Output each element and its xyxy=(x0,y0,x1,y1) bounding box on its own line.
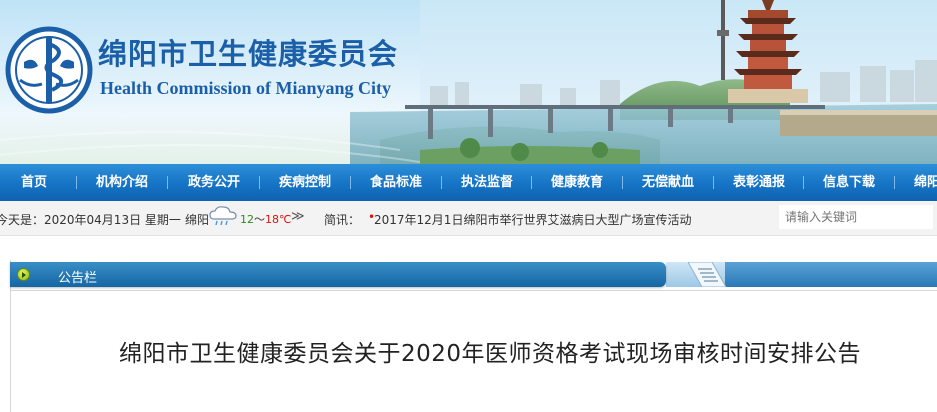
nav-divider xyxy=(76,176,77,189)
header-banner: 绵阳市卫生健康委员会 Health Commission of Mianyang… xyxy=(0,0,937,164)
nav-item-disease-control[interactable]: 疾病控制 xyxy=(279,164,331,201)
notice-panel-header xyxy=(10,262,666,287)
nav-divider xyxy=(531,176,532,189)
header-divider xyxy=(10,290,937,291)
nav-divider xyxy=(167,176,168,189)
notice-section-title: 公告栏 xyxy=(58,271,98,286)
nav-item-gov-affairs[interactable]: 政务公开 xyxy=(188,164,240,201)
weather-city: 绵阳 xyxy=(185,213,210,227)
health-emblem-icon xyxy=(5,26,93,114)
temp-high: 18℃ xyxy=(265,213,292,226)
nav-divider xyxy=(259,176,260,189)
news-ticker-link[interactable]: 2017年12月1日绵阳市举行世界艾滋病日大型广场宣传活动 xyxy=(374,211,691,228)
nav-item-downloads[interactable]: 信息下载 xyxy=(823,164,875,201)
site-title-cn: 绵阳市卫生健康委员会 xyxy=(98,37,399,71)
play-bullet-icon xyxy=(17,268,30,281)
current-date: 今天是：2020年04月13日 星期一 xyxy=(0,213,181,227)
nav-item-home[interactable]: 首页 xyxy=(21,164,47,201)
temp-low: 12 xyxy=(240,213,254,226)
nav-divider xyxy=(350,176,351,189)
nav-item-food-standards[interactable]: 食品标准 xyxy=(370,164,422,201)
search-input[interactable] xyxy=(779,205,933,229)
temperature-range: 12～18℃ xyxy=(240,211,291,227)
nav-item-commendations[interactable]: 表彰通报 xyxy=(733,164,785,201)
cloud-rain-icon xyxy=(209,206,237,226)
nav-divider xyxy=(713,176,714,189)
nav-item-law-enforcement[interactable]: 执法监督 xyxy=(461,164,513,201)
info-bar: 今天是：2020年04月13日 星期一 绵阳 12～18℃ ≫ 简讯： • 20… xyxy=(0,201,937,236)
nav-item-blood-donation[interactable]: 无偿献血 xyxy=(642,164,694,201)
stripes-tag-icon xyxy=(688,262,727,287)
nav-item-mianyang[interactable]: 绵阳 xyxy=(914,164,937,201)
temp-separator: ～ xyxy=(254,213,265,226)
nav-divider xyxy=(894,176,895,189)
article-title: 绵阳市卫生健康委员会关于2020年医师资格考试现场审核时间安排公告 xyxy=(118,341,862,367)
weather-more-link[interactable]: ≫ xyxy=(291,209,305,224)
nav-item-health-education[interactable]: 健康教育 xyxy=(551,164,603,201)
nav-divider xyxy=(622,176,623,189)
nav-divider xyxy=(441,176,442,189)
news-label: 简讯： xyxy=(324,213,361,227)
panel-header-tail-dark xyxy=(725,262,937,287)
nav-divider xyxy=(803,176,804,189)
site-title-en: Health Commission of Mianyang City xyxy=(100,78,392,98)
main-nav: 首页 机构介绍 政务公开 疾病控制 食品标准 执法监督 健康教育 无偿献血 表彰… xyxy=(0,164,937,201)
nav-item-about[interactable]: 机构介绍 xyxy=(96,164,148,201)
